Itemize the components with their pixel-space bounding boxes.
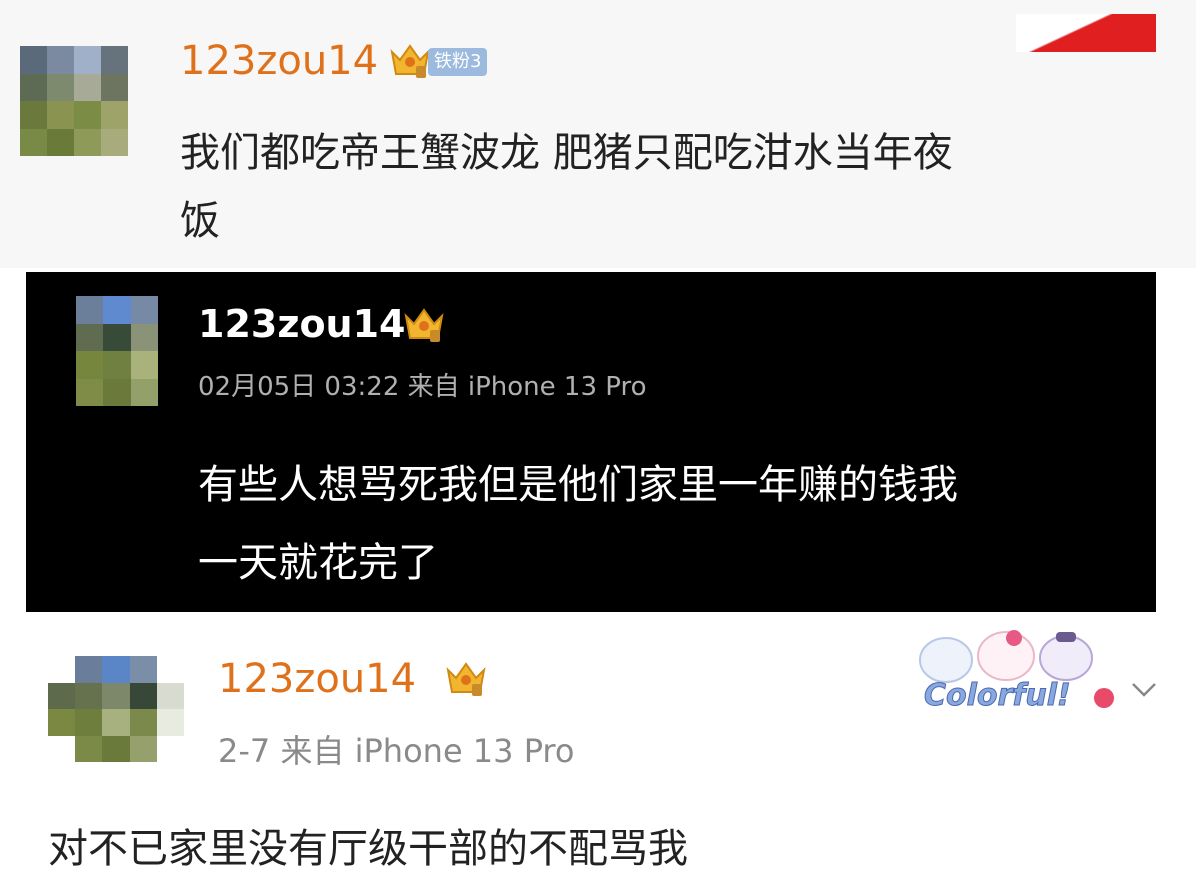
colorful-sticker: Colorful! (906, 620, 1118, 720)
comment-text-line1: 对不已家里没有厅级干部的不配骂我 (48, 826, 688, 872)
sticker-label: Colorful! (924, 678, 1072, 714)
avatar[interactable] (20, 46, 128, 156)
avatar[interactable] (76, 296, 158, 406)
comment-card-3: 123zou14 2-7 来自 iPhone 13 Pro Colorful! … (0, 616, 1196, 874)
comment-text-line2: 一天就花完了 (198, 540, 438, 586)
comment-text-line1: 有些人想骂死我但是他们家里一年赚的钱我 (198, 462, 958, 508)
username[interactable]: 123zou14 (180, 38, 378, 84)
avatar[interactable] (48, 656, 184, 762)
fan-badge: 铁粉3 (428, 48, 488, 76)
comment-text-line2: 饭 (180, 198, 220, 244)
post-meta: 2-7 来自 iPhone 13 Pro (218, 732, 575, 770)
comment-card-2: 123zou14 02月05日 03:22 来自 iPhone 13 Pro 有… (26, 272, 1156, 612)
post-meta: 02月05日 03:22 来自 iPhone 13 Pro (198, 372, 647, 402)
username[interactable]: 123zou14 (198, 302, 405, 346)
crown-vip-icon (404, 308, 444, 342)
crown-vip-icon (446, 662, 486, 696)
comment-text-line1: 我们都吃帝王蟹波龙 肥猪只配吃泔水当年夜 (180, 130, 953, 176)
chevron-down-icon[interactable] (1130, 680, 1158, 700)
comment-card-1: 123zou14 铁粉3 我们都吃帝王蟹波龙 肥猪只配吃泔水当年夜 饭 (0, 0, 1196, 268)
crown-vip-icon (390, 44, 430, 78)
username[interactable]: 123zou14 (218, 656, 416, 702)
decorative-red-stripe (1016, 14, 1156, 52)
